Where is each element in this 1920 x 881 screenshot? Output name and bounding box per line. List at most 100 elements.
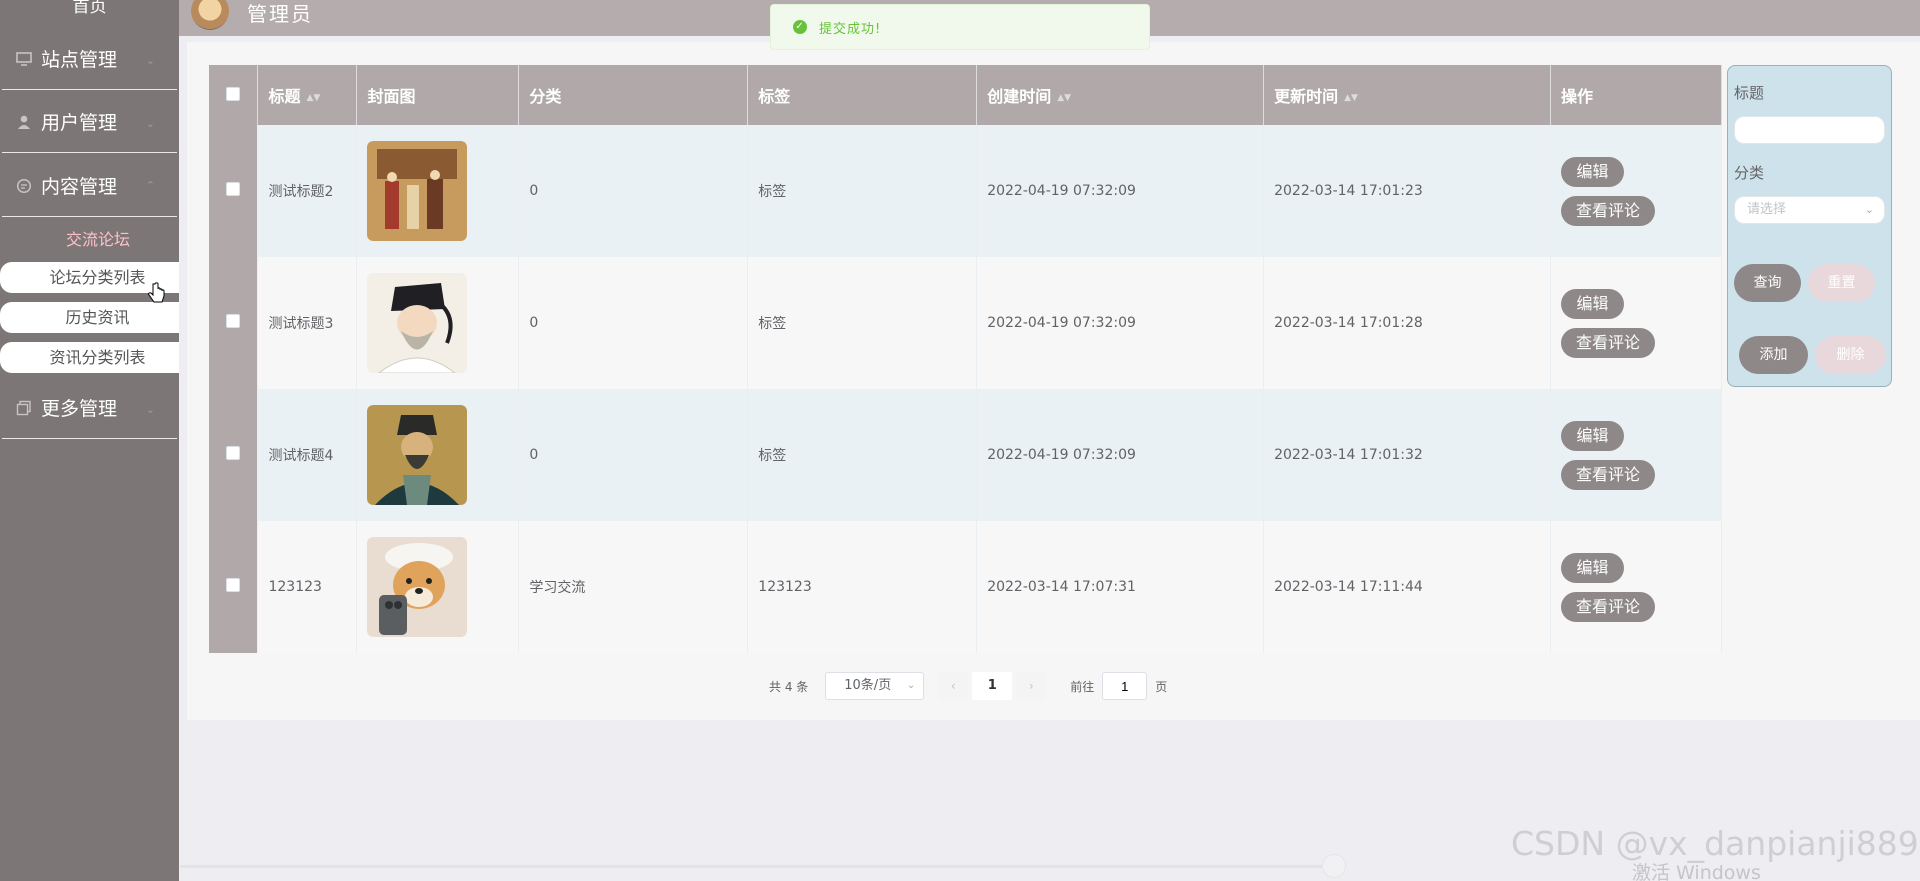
cell-cover (356, 389, 520, 521)
horizontal-scroll-track[interactable] (180, 865, 1330, 868)
category-select-placeholder: 请选择 (1747, 202, 1787, 217)
submenu-title-forum[interactable]: 交流论坛 (0, 226, 196, 250)
view-comments-button[interactable]: 查看评论 (1560, 327, 1655, 358)
page-number-current[interactable]: 1 (972, 672, 1013, 700)
cover-dog-icon[interactable] (367, 537, 468, 637)
sidebar-item-home[interactable]: 首页 (0, 0, 179, 18)
cover-portrait-icon[interactable] (367, 405, 468, 505)
cell-updated: 2022-03-14 17:01:28 (1263, 257, 1551, 389)
column-header-tag: 标签 (747, 65, 978, 125)
select-all-checkbox[interactable] (226, 86, 241, 101)
cell-category: 学习交流 (518, 521, 749, 653)
sidebar-item-label: 用户管理 (41, 112, 118, 134)
chevron-down-icon: ⌄ (145, 403, 155, 416)
cell-category: 0 (518, 257, 749, 389)
cell-created: 2022-03-14 17:07:31 (976, 521, 1265, 653)
sidebar-item-user-management[interactable]: 用户管理 ⌄ (2, 91, 177, 153)
cell-tag: 123123 (747, 521, 978, 653)
row-checkbox-cell (209, 389, 259, 521)
chevron-down-icon: ⌄ (145, 117, 155, 130)
row-checkbox[interactable] (226, 182, 241, 196)
monitor-icon (16, 51, 32, 67)
view-comments-button[interactable]: 查看评论 (1560, 591, 1655, 622)
add-button[interactable]: 添加 (1739, 336, 1808, 374)
page-size-select[interactable]: 10条/页 ⌄ (825, 672, 925, 700)
chevron-up-icon: ⌃ (145, 179, 155, 192)
sidebar-item-label: 站点管理 (41, 49, 118, 71)
cell-updated: 2022-03-14 17:01:23 (1263, 125, 1551, 257)
toast-message: 提交成功! (819, 21, 882, 37)
sidebar-item-label: 内容管理 (41, 176, 118, 198)
row-checkbox-cell (209, 125, 259, 257)
prev-page-button[interactable]: ‹ (938, 672, 969, 700)
sidebar-item-label: 更多管理 (41, 398, 118, 420)
goto-page-input[interactable] (1102, 672, 1148, 700)
cell-title: 测试标题3 (257, 257, 358, 389)
cover-painting-icon[interactable] (367, 141, 468, 241)
sidebar: 首页 站点管理 ⌄ 用户管理 ⌄ 内容管理 ⌃ 交流论坛 论坛分类列表 历史资讯… (0, 0, 179, 881)
edit-button[interactable]: 编辑 (1560, 156, 1624, 187)
row-checkbox[interactable] (226, 578, 241, 592)
sort-icon[interactable]: ▲▼ (306, 93, 320, 103)
pagination: 共 4 条 10条/页 ⌄ ‹ 1 › 前往 页 (769, 672, 1167, 700)
sidebar-item-content-management[interactable]: 内容管理 ⌃ (2, 155, 177, 217)
avatar[interactable] (191, 0, 229, 30)
select-all-cell (209, 65, 259, 125)
category-select[interactable]: 请选择 ⌄ (1734, 196, 1885, 224)
cell-actions: 编辑 查看评论 (1550, 125, 1723, 257)
check-circle-icon: ✓ (793, 20, 807, 34)
sidebar-item-more-management[interactable]: 更多管理 ⌄ (2, 377, 177, 439)
view-comments-button[interactable]: 查看评论 (1560, 459, 1655, 490)
goto-prefix: 前往 (1070, 679, 1095, 694)
pagination-total: 共 4 条 (769, 679, 809, 694)
table-row: 测试标题2 0 标签 2022-04-19 07:32:09 2022-03-1… (209, 125, 1723, 257)
column-header-updated[interactable]: 更新时间 ▲▼ (1263, 65, 1551, 125)
column-header-category: 分类 (518, 65, 749, 125)
title-filter-label: 标题 (1734, 84, 1765, 102)
title-search-input[interactable] (1734, 116, 1885, 144)
page-size-value: 10条/页 (844, 678, 892, 693)
cell-category: 0 (518, 125, 749, 257)
copy-icon (16, 400, 32, 416)
edit-button[interactable]: 编辑 (1560, 288, 1624, 319)
view-comments-button[interactable]: 查看评论 (1560, 195, 1655, 226)
cell-actions: 编辑 查看评论 (1550, 257, 1723, 389)
cell-tag: 标签 (747, 125, 978, 257)
column-header-created[interactable]: 创建时间 ▲▼ (976, 65, 1265, 125)
cell-title: 测试标题2 (257, 125, 358, 257)
sidebar-item-site-management[interactable]: 站点管理 ⌄ (2, 28, 177, 90)
cell-updated: 2022-03-14 17:01:32 (1263, 389, 1551, 521)
delete-button[interactable]: 删除 (1815, 336, 1886, 374)
cell-actions: 编辑 查看评论 (1550, 521, 1723, 653)
chevron-down-icon: ⌄ (1864, 203, 1874, 216)
chat-icon (16, 178, 32, 194)
success-toast: ✓ 提交成功! (770, 4, 1150, 50)
sort-icon[interactable]: ▲▼ (1057, 93, 1071, 103)
next-page-button[interactable]: › (1016, 672, 1047, 700)
forum-table: 标题▲▼ 封面图 分类 标签 创建时间▲▼ 更新时间▲▼ 操作 测试标题2 (209, 65, 1723, 653)
submenu-item-news-categories[interactable]: 资讯分类列表 (0, 342, 179, 373)
sort-icon[interactable]: ▲▼ (1344, 93, 1358, 103)
scroll-handle[interactable] (1322, 854, 1346, 878)
column-header-title[interactable]: 标题 ▲▼ (257, 65, 358, 125)
edit-button[interactable]: 编辑 (1560, 420, 1624, 451)
query-button[interactable]: 查询 (1734, 264, 1801, 302)
column-header-cover: 封面图 (356, 65, 520, 125)
cell-tag: 标签 (747, 257, 978, 389)
row-checkbox-cell (209, 521, 259, 653)
cell-category: 0 (518, 389, 749, 521)
user-icon (16, 114, 32, 130)
category-filter-label: 分类 (1734, 164, 1765, 182)
row-checkbox-cell (209, 257, 259, 389)
edit-button[interactable]: 编辑 (1560, 552, 1624, 583)
row-checkbox[interactable] (226, 314, 241, 328)
cover-portrait-icon[interactable] (367, 273, 468, 373)
hand-cursor-icon (148, 282, 165, 303)
cell-cover (356, 257, 520, 389)
chevron-down-icon: ⌄ (906, 680, 916, 691)
goto-suffix: 页 (1155, 679, 1168, 694)
row-checkbox[interactable] (226, 446, 241, 460)
chevron-down-icon: ⌄ (145, 54, 155, 67)
cell-title: 测试标题4 (257, 389, 358, 521)
reset-button[interactable]: 重置 (1808, 264, 1875, 302)
